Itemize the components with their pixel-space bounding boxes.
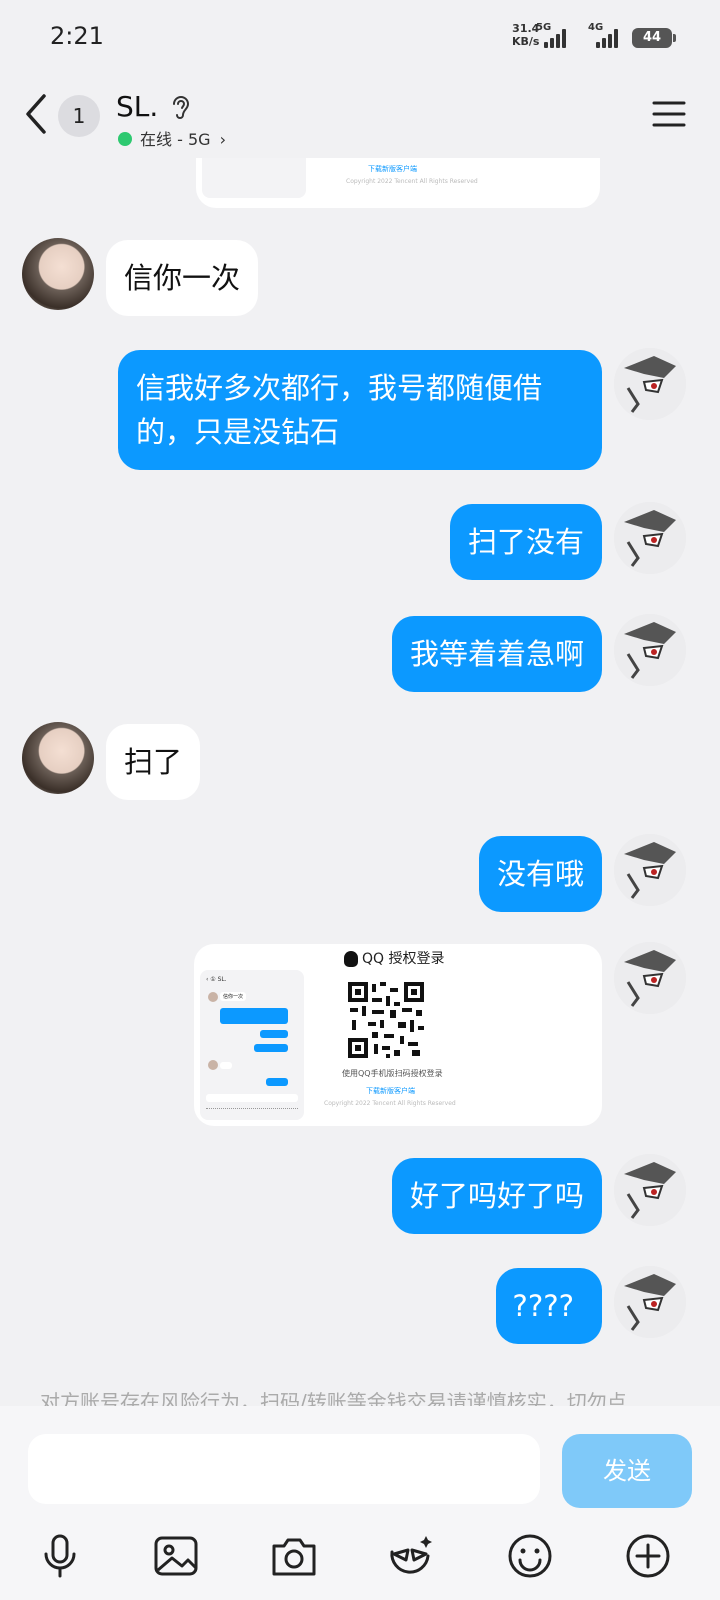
qr-code — [346, 980, 426, 1060]
scan-hint-text: 使用QQ手机版扫码授权登录 — [342, 1069, 443, 1078]
status-bar: 2:21 31.4 KB/s 5G 4G 44 — [0, 0, 720, 78]
send-button[interactable]: 发送 — [562, 1434, 692, 1508]
incoming-message[interactable]: 信你一次 — [106, 240, 259, 316]
sticker-icon[interactable] — [386, 1532, 434, 1580]
risk-warning-banner: 对方账号存在风险行为，扫码/转账等金钱交易请谨慎核实，切勿点 — [40, 1390, 627, 1406]
sim2-signal-icon: 4G — [588, 22, 624, 48]
emoji-icon[interactable] — [506, 1532, 554, 1580]
my-avatar[interactable] — [614, 834, 686, 906]
gallery-icon[interactable] — [152, 1532, 200, 1580]
input-area: 发送 — [0, 1406, 720, 1600]
contact-name[interactable]: SL. — [116, 90, 158, 123]
chat-header: 1 SL. 在线 - 5G › — [0, 78, 720, 158]
anime-avatar-icon — [614, 502, 686, 574]
outgoing-message[interactable]: 信我好多次都行，我号都随便借 的，只是没钻石 — [118, 350, 602, 470]
outgoing-message[interactable]: 好了吗好了吗 — [391, 1158, 602, 1234]
status-time: 2:21 — [50, 22, 104, 50]
download-link: 下载新版客户端 — [366, 1087, 415, 1095]
anime-avatar-icon — [614, 348, 686, 420]
image-message[interactable]: ‹ ① SL. 信你一次 QQ 授权登录 使用QQ手机版扫码授权登录 下载新版客… — [194, 944, 602, 1126]
anime-avatar-icon — [614, 1154, 686, 1226]
contact-avatar[interactable] — [22, 238, 94, 310]
qq-auth-title: QQ 授权登录 — [344, 948, 445, 968]
menu-icon[interactable] — [652, 100, 686, 128]
camera-icon[interactable] — [270, 1532, 318, 1580]
screenshot-thumbnail: ‹ ① SL. 信你一次 — [200, 970, 304, 1120]
online-status[interactable]: 在线 - 5G › — [140, 126, 226, 150]
anime-avatar-icon — [614, 942, 686, 1014]
my-avatar[interactable] — [614, 614, 686, 686]
online-indicator — [118, 132, 132, 146]
my-avatar[interactable] — [614, 348, 686, 420]
sim1-signal-icon: 5G — [536, 22, 572, 48]
incoming-message[interactable]: 扫了 — [106, 724, 201, 800]
qq-penguin-icon — [344, 951, 358, 967]
chevron-right-icon: › — [219, 130, 227, 149]
message-list[interactable]: 使用QQ手机版扫码授权登录 下载新版客户端 Copyright 2022 Ten… — [0, 158, 720, 1406]
contact-avatar[interactable] — [22, 722, 94, 794]
image-message-partial[interactable]: 使用QQ手机版扫码授权登录 下载新版客户端 Copyright 2022 Ten… — [196, 158, 600, 208]
anime-avatar-icon — [614, 614, 686, 686]
copyright-text: Copyright 2022 Tencent All Rights Reserv… — [324, 1100, 456, 1107]
my-avatar[interactable] — [614, 502, 686, 574]
outgoing-message[interactable]: 没有哦 — [478, 836, 602, 912]
mic-icon[interactable] — [36, 1532, 84, 1580]
message-input[interactable] — [28, 1434, 540, 1504]
anime-avatar-icon — [614, 1266, 686, 1338]
outgoing-message[interactable]: ???? — [496, 1268, 602, 1344]
my-avatar[interactable] — [614, 942, 686, 1014]
unread-count-badge[interactable]: 1 — [58, 95, 100, 137]
outgoing-message[interactable]: 扫了没有 — [449, 504, 602, 580]
ear-icon[interactable] — [170, 94, 192, 122]
my-avatar[interactable] — [614, 1154, 686, 1226]
battery-icon: 44 — [632, 28, 676, 48]
plus-icon[interactable] — [624, 1532, 672, 1580]
anime-avatar-icon — [614, 834, 686, 906]
outgoing-message[interactable]: 我等着着急啊 — [391, 616, 602, 692]
my-avatar[interactable] — [614, 1266, 686, 1338]
back-icon[interactable] — [22, 92, 52, 136]
